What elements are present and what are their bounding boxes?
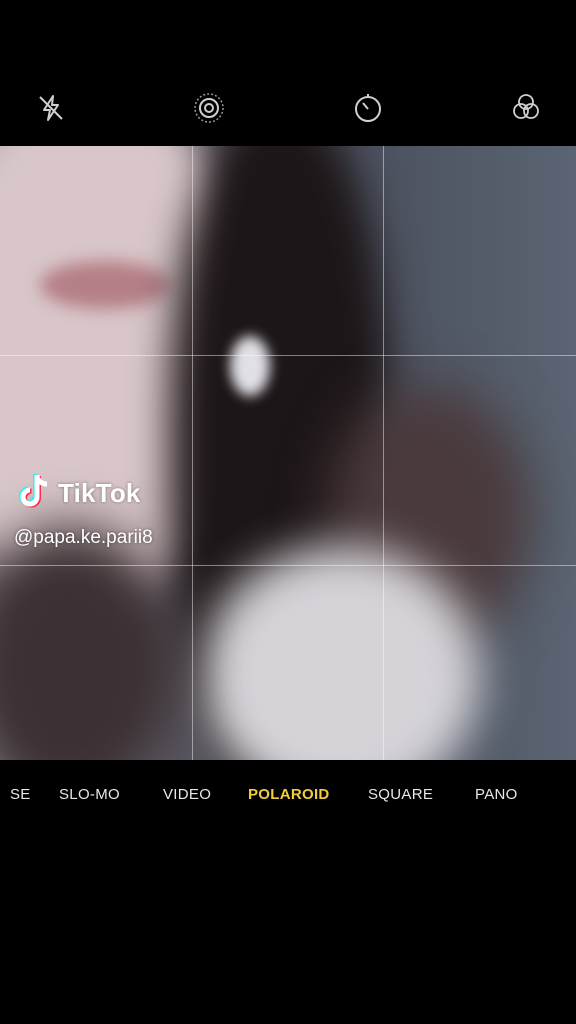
timer-icon[interactable] [348,88,388,128]
mode-square[interactable]: SQUARE [368,786,433,803]
tiktok-brand: TikTok [58,478,141,508]
tiktok-watermark: TikTok @papa.ke.parii8 [14,472,153,549]
camera-viewfinder[interactable] [0,146,576,760]
tiktok-handle: @papa.ke.parii8 [14,527,153,548]
grid-line-vertical-2 [383,146,384,760]
mode-video[interactable]: VIDEO [163,786,211,803]
camera-mode-selector[interactable]: SE SLO-MO VIDEO POLAROID SQUARE PANO [0,760,576,830]
filters-icon[interactable] [506,88,546,128]
grid-line-horizontal-2 [0,565,576,566]
grid-line-vertical-1 [192,146,193,760]
live-photo-icon[interactable] [189,88,229,128]
photo-lips [40,261,170,309]
mode-se[interactable]: SE [10,786,31,803]
mode-slo-mo[interactable]: SLO-MO [59,786,120,803]
photo-earring [230,336,270,396]
mode-polaroid[interactable]: POLAROID [248,786,330,803]
mode-pano[interactable]: PANO [475,786,518,803]
tiktok-logo-icon [18,472,52,515]
grid-line-horizontal-1 [0,355,576,356]
camera-bottom-area [0,830,576,1024]
camera-top-bar [0,0,576,146]
flash-off-icon[interactable] [31,88,71,128]
